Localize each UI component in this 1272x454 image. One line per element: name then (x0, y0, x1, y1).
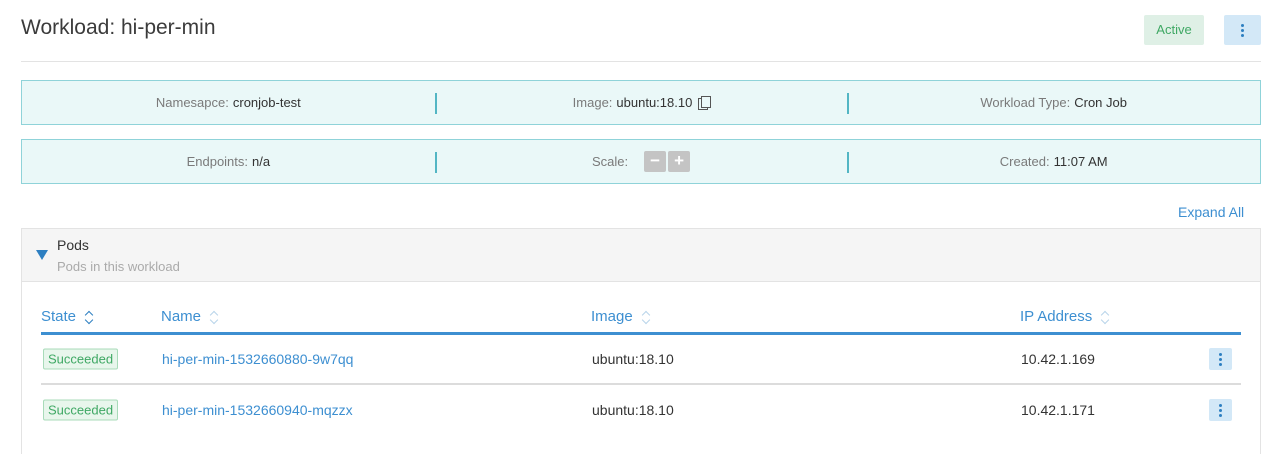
kebab-menu-icon (1241, 23, 1244, 37)
column-header-name[interactable]: Name (161, 308, 219, 325)
scale-label: Scale: (591, 154, 629, 169)
copy-icon[interactable] (698, 96, 712, 110)
created-cell: Created: 11:07 AM (847, 140, 1260, 183)
pod-image: ubuntu:18.10 (592, 402, 674, 418)
workload-type-value: Cron Job (1074, 95, 1127, 110)
endpoints-label: Endpoints: (186, 154, 249, 169)
scale-cell: Scale: − + (434, 140, 848, 183)
scale-up-button[interactable]: + (668, 151, 691, 172)
pod-ip: 10.42.1.169 (1021, 351, 1095, 367)
column-header-ip[interactable]: IP Address (1020, 308, 1110, 325)
kebab-menu-icon (1219, 403, 1222, 417)
info-box-secondary: Endpoints: n/a Scale: − + Created: 11:07… (21, 139, 1261, 184)
endpoints-value: n/a (252, 154, 271, 169)
pods-title: Pods (57, 237, 89, 253)
kebab-menu-icon (1219, 352, 1222, 366)
pods-subtitle: Pods in this workload (57, 259, 180, 274)
table-row: Succeeded hi-per-min-1532660940-mqzzx ub… (41, 385, 1241, 435)
workload-type-label: Workload Type: (980, 95, 1071, 110)
scale-down-button[interactable]: − (644, 151, 667, 172)
image-cell: Image: ubuntu:18.10 (434, 81, 848, 124)
status-badge: Active (1144, 15, 1204, 45)
sort-icon (84, 310, 94, 324)
workload-type-cell: Workload Type: Cron Job (847, 81, 1260, 124)
column-header-image[interactable]: Image (591, 308, 651, 325)
created-label: Created: (999, 154, 1050, 169)
column-header-label: State (41, 308, 77, 325)
page-header: Workload: hi-per-min Active (21, 0, 1261, 62)
pod-ip: 10.42.1.171 (1021, 402, 1095, 418)
state-badge: Succeeded (43, 348, 119, 370)
pod-image: ubuntu:18.10 (592, 351, 674, 367)
sort-icon (209, 310, 219, 324)
pod-name-link[interactable]: hi-per-min-1532660940-mqzzx (162, 402, 353, 418)
row-actions-button[interactable] (1209, 399, 1232, 421)
created-value: 11:07 AM (1053, 154, 1108, 169)
pods-panel: Pods Pods in this workload State Name Im… (21, 228, 1261, 454)
sort-icon (1100, 310, 1110, 324)
expand-all-link[interactable]: Expand All (1178, 204, 1244, 220)
namespace-cell: Namesapce: cronjob-test (22, 81, 435, 124)
endpoints-cell: Endpoints: n/a (22, 140, 435, 183)
namespace-label: Namesapce: (155, 95, 229, 110)
image-value: ubuntu:18.10 (616, 95, 693, 110)
column-header-state[interactable]: State (41, 308, 94, 325)
sort-icon (641, 310, 651, 324)
pod-name-link[interactable]: hi-per-min-1532660880-9w7qq (162, 351, 353, 367)
state-badge: Succeeded (43, 399, 119, 421)
pods-panel-header[interactable]: Pods Pods in this workload (22, 229, 1260, 282)
workload-actions-button[interactable] (1224, 15, 1261, 45)
image-label: Image: (572, 95, 613, 110)
column-header-label: IP Address (1020, 308, 1093, 325)
info-box-primary: Namesapce: cronjob-test Image: ubuntu:18… (21, 80, 1261, 125)
triangle-down-icon[interactable] (36, 250, 48, 260)
column-header-label: Image (591, 308, 633, 325)
table-row: Succeeded hi-per-min-1532660880-9w7qq ub… (41, 335, 1241, 385)
namespace-value: cronjob-test (232, 95, 301, 110)
row-actions-button[interactable] (1209, 348, 1232, 370)
column-header-label: Name (161, 308, 202, 325)
page-title: Workload: hi-per-min (21, 16, 216, 39)
